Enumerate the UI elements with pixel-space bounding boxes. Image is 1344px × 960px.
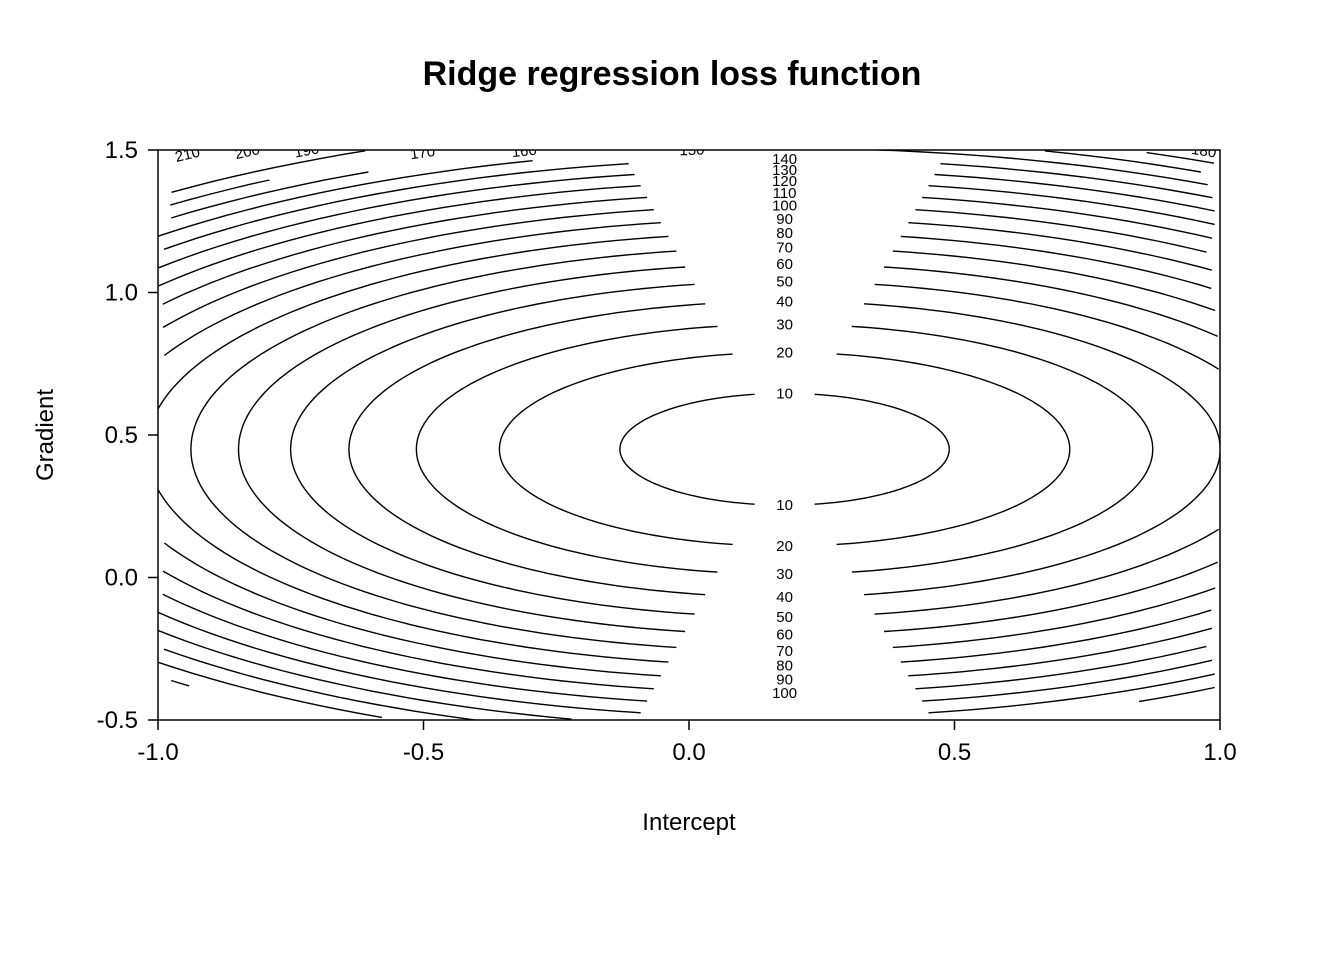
contour-line — [929, 674, 1215, 713]
contour-line — [884, 267, 1218, 336]
contour-line — [1045, 151, 1201, 172]
contour-line — [915, 646, 1206, 688]
contour-line — [915, 210, 1206, 252]
contour-line — [901, 610, 1212, 662]
x-tick-label: 0.5 — [938, 739, 971, 766]
x-tick-label: -0.5 — [403, 739, 444, 766]
contour-line — [158, 612, 641, 712]
contour-line — [620, 394, 755, 504]
contour-line — [164, 223, 661, 356]
y-tick-label: 0.5 — [105, 422, 138, 449]
contour-line — [158, 662, 382, 717]
x-tick-label: -1.0 — [137, 739, 178, 766]
contour-line — [291, 284, 695, 614]
contour-line — [864, 449, 1220, 594]
contour-line — [171, 681, 189, 686]
contour-line — [852, 326, 1153, 449]
contour-line — [893, 588, 1215, 647]
contour-label: 170 — [409, 143, 436, 163]
contour-line — [349, 304, 705, 595]
y-tick-label: 1.0 — [105, 280, 138, 307]
contour-line — [875, 284, 1219, 369]
x-axis-label: Intercept — [642, 809, 736, 836]
x-tick-label: 1.0 — [1203, 739, 1236, 766]
contour-line — [815, 449, 950, 504]
y-tick-label: 0.0 — [105, 565, 138, 592]
contour-line — [877, 150, 1207, 185]
y-tick-label: -0.5 — [97, 707, 138, 734]
chart-title: Ridge regression loss function — [423, 55, 922, 93]
contour-label: 100 — [772, 685, 797, 702]
x-tick-label: 0.0 — [672, 739, 705, 766]
contour-label: 30 — [776, 316, 793, 333]
contour-label: 190 — [293, 140, 321, 161]
contour-line — [875, 529, 1219, 614]
contour-line — [158, 161, 533, 237]
contour-line — [941, 164, 1213, 198]
contour-line — [935, 175, 1215, 212]
contour-label: 60 — [776, 627, 793, 644]
contour-line — [170, 180, 269, 205]
contour-label: 50 — [776, 609, 793, 626]
contour-line — [158, 489, 669, 662]
contour-line — [864, 304, 1220, 450]
contour-label: 40 — [776, 589, 793, 606]
contour-label: 180 — [1190, 141, 1217, 162]
contour-plot: Ridge regression loss function -1.0 -0.5 0… — [0, 0, 1344, 960]
chart-container: Ridge regression loss function -1.0 -0.5 0… — [0, 0, 1344, 960]
contour-label: 40 — [776, 293, 793, 310]
contour-line — [416, 326, 717, 572]
contour-line — [852, 449, 1153, 572]
contour-label: 210 — [173, 144, 201, 166]
contour-label: 50 — [776, 274, 793, 291]
contour-label: 70 — [776, 240, 793, 257]
contour-label: 140 — [772, 151, 797, 168]
contour-label: 10 — [776, 497, 793, 514]
contour-line — [191, 251, 677, 647]
contour-line — [164, 649, 478, 720]
contour-label: 60 — [776, 256, 793, 273]
contour-line — [815, 394, 950, 449]
contour-label: 20 — [776, 538, 793, 555]
y-tick-label: 1.5 — [105, 137, 138, 164]
contour-label: 150 — [679, 141, 705, 159]
y-axis-label: Gradient — [32, 389, 59, 481]
contour-line — [164, 543, 661, 676]
contour-line — [499, 354, 732, 544]
contour-label: 30 — [776, 566, 793, 583]
contour-line — [171, 172, 368, 218]
contour-line — [1139, 688, 1215, 702]
contour-line — [884, 562, 1218, 631]
contour-label: 200 — [233, 141, 261, 163]
contour-line — [908, 628, 1212, 676]
contour-line — [922, 197, 1212, 238]
contour-line — [922, 660, 1212, 701]
contour-line — [901, 236, 1212, 288]
contour-line — [893, 251, 1215, 310]
contour-line — [929, 186, 1215, 225]
contour-line — [158, 236, 669, 409]
contour-line — [908, 223, 1212, 271]
contour-label: 160 — [511, 142, 538, 161]
contour-label: 20 — [776, 344, 793, 361]
contour-label: 10 — [776, 385, 793, 402]
